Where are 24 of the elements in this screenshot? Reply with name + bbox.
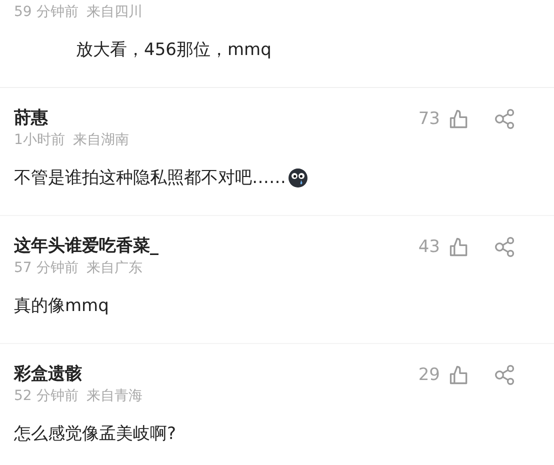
comment-location: 来自四川 [86, 3, 142, 22]
comment-location: 来自广东 [86, 259, 142, 278]
like-count: 73 [418, 109, 440, 129]
share-icon[interactable] [494, 364, 516, 386]
like-count: 29 [418, 365, 440, 385]
comment-text: 怎么感觉像孟美岐啊? [14, 423, 176, 446]
comment-time: 57 分钟前 [14, 259, 78, 278]
comment-time: 59 分钟前 [14, 3, 78, 22]
reply-text: 放大看，456那位，mmq [76, 39, 272, 62]
comment-location: 来自湖南 [72, 131, 129, 150]
thumbs-up-icon[interactable] [448, 108, 470, 130]
comment-time: 1小时前 [14, 131, 65, 150]
share-icon[interactable] [494, 236, 516, 258]
user-name[interactable]: 彩盒遗骸 [14, 362, 142, 386]
user-name[interactable]: 莳惠 [14, 106, 129, 130]
comment-location: 来自青海 [86, 387, 142, 406]
comment-text: 真的像mmq [14, 295, 109, 318]
thumbs-up-icon[interactable] [448, 236, 470, 258]
comment-text: 不管是谁拍这种隐私照都不对吧…… [14, 167, 286, 190]
comment-time: 52 分钟前 [14, 387, 78, 406]
share-icon[interactable] [494, 108, 516, 130]
user-name[interactable]: 这年头谁爱吃香菜_ [14, 234, 158, 258]
like-count: 43 [418, 237, 440, 257]
thumbs-up-icon[interactable] [448, 364, 470, 386]
